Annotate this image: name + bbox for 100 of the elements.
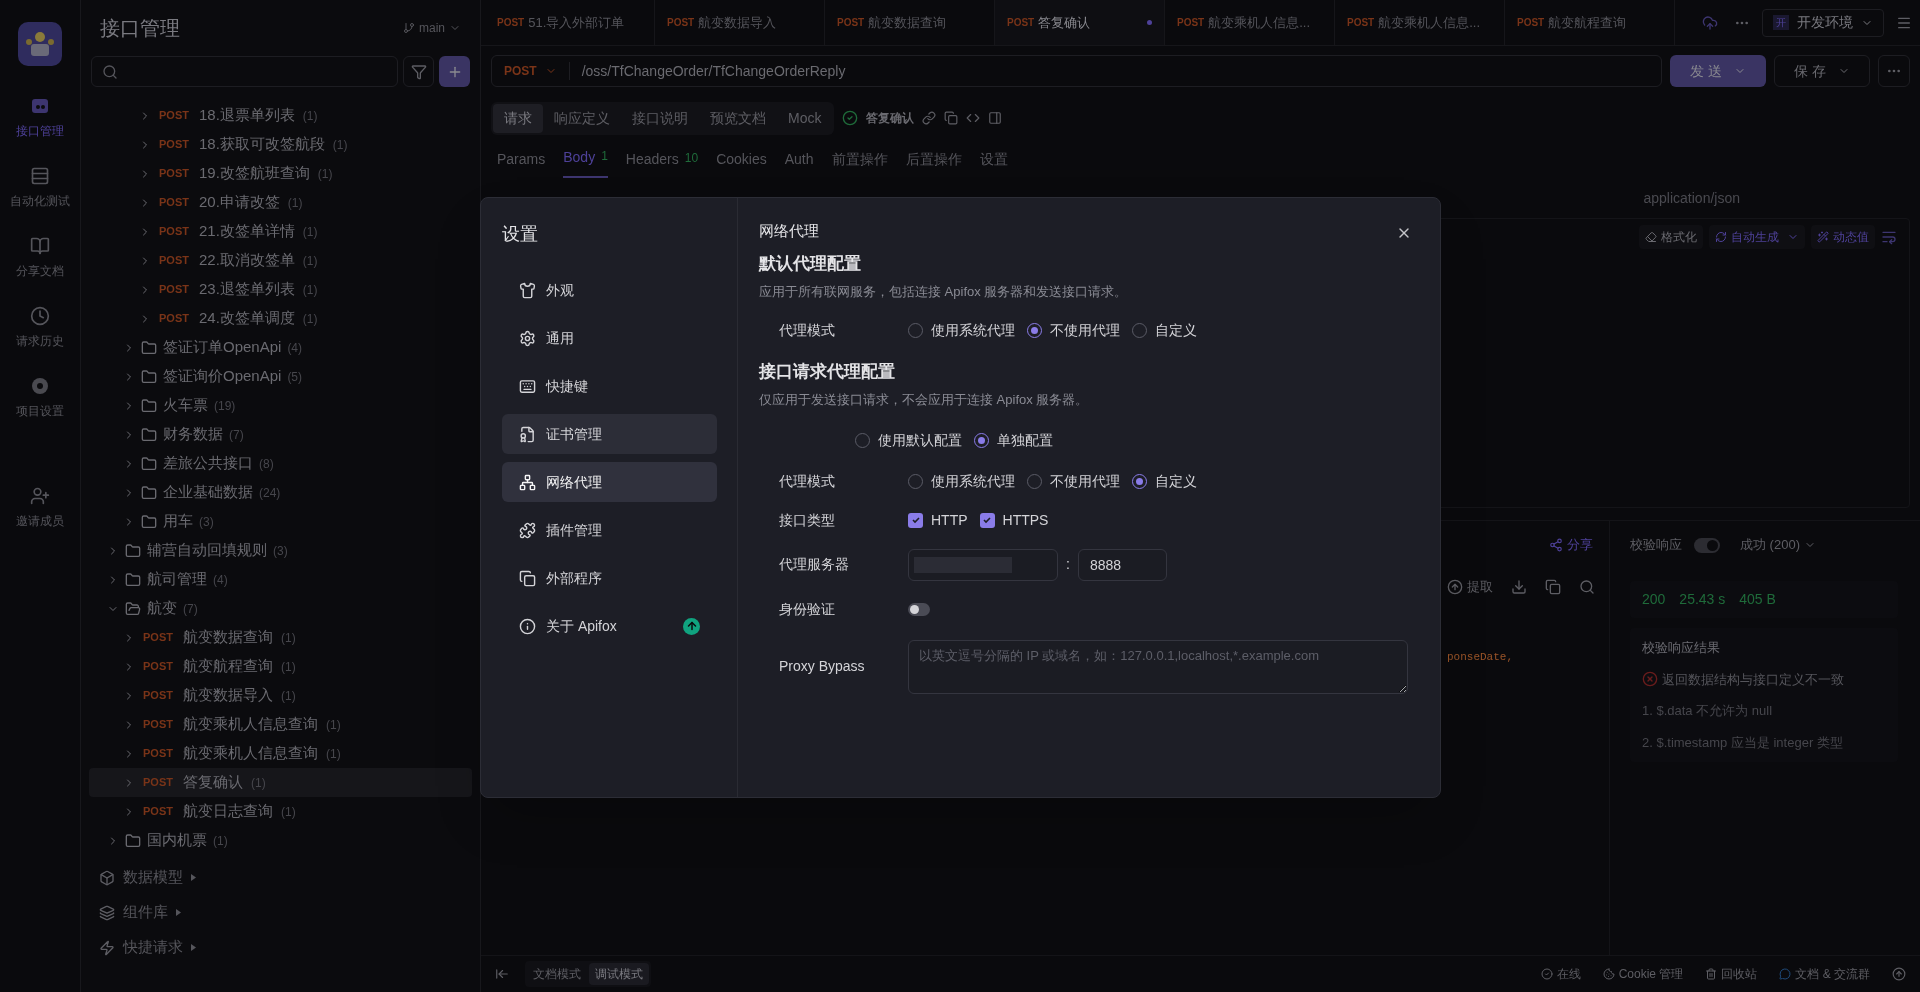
settings-nav-item[interactable]: 网络代理 [502, 462, 717, 502]
mode-tab[interactable]: 响应定义 [543, 103, 621, 133]
rail-nav-item[interactable]: 项目设置 [10, 376, 70, 420]
tree-folder[interactable]: 航变 (7) [89, 594, 480, 623]
editor-tool-button[interactable]: 动态值 [1811, 225, 1875, 249]
bypass-field[interactable]: 以英文逗号分隔的 IP 或域名，如：127.0.0.1,localhost,*.example.com [908, 639, 1408, 694]
rail-nav-item[interactable]: 分享文档 [10, 236, 70, 280]
tree-item[interactable]: POST 航变日志查询 (1) [89, 797, 472, 826]
status-link[interactable]: Cookie 管理 [1618, 965, 1684, 983]
extract-button[interactable]: 提取 [1447, 577, 1493, 597]
rail-nav-item[interactable]: 请求历史 [10, 306, 70, 350]
mode-tab[interactable]: 预览文档 [699, 103, 777, 133]
tree-folder[interactable]: 国内机票 (1) [89, 826, 480, 855]
request-tab[interactable]: POST 答复确认 [995, 0, 1165, 45]
panel-icon[interactable] [988, 111, 1003, 125]
param-tab[interactable]: Headers 10 [625, 149, 699, 178]
rail-nav-item[interactable]: 邀请成员 [10, 486, 70, 530]
param-tab[interactable]: Body 1 [563, 147, 608, 178]
send-button[interactable]: 发 送 [1670, 55, 1766, 87]
tree-item[interactable]: POST 航变航程查询 (1) [89, 652, 472, 681]
search-icon[interactable] [1579, 579, 1595, 595]
tree-folder[interactable]: 企业基础数据 (24) [89, 478, 480, 507]
upload-icon[interactable] [1702, 14, 1718, 31]
tree-section-link[interactable]: 组件库 [123, 901, 168, 924]
tree-folder[interactable]: 财务数据 (7) [89, 420, 480, 449]
download-icon[interactable] [1511, 579, 1527, 595]
settings-nav-item[interactable]: 通用 [502, 318, 717, 358]
request-tab[interactable]: POST 51.导入外部订单 [485, 0, 655, 45]
request-tab[interactable]: POST 航变乘机人信息... [1335, 0, 1505, 45]
tree-item[interactable]: POST 21.改签单详情 (1) [89, 217, 472, 246]
param-tab[interactable]: 前置操作 [831, 149, 888, 178]
tree-folder[interactable]: 航司管理 (4) [89, 565, 480, 594]
tree-item[interactable]: POST 20.申请改签 (1) [89, 188, 472, 217]
environment-selector[interactable]: 开 开发环境 [1762, 8, 1884, 37]
url-field[interactable]: POST /oss/TfChangeOrder/TfChangeOrderReply [491, 55, 1662, 87]
mode-tab[interactable]: Mock [777, 103, 833, 133]
tree-folder[interactable]: 签证询价OpenApi (5) [89, 362, 480, 391]
share-link[interactable]: 分享 [1549, 535, 1593, 555]
collapse-icon[interactable] [495, 967, 509, 981]
host-field[interactable] [908, 548, 1058, 581]
mode-toggle[interactable]: 文档模式 [527, 963, 587, 985]
mode-tab[interactable]: 请求 [493, 103, 543, 133]
param-tab[interactable]: 后置操作 [905, 149, 962, 178]
tree-section-link[interactable]: 数据模型 [123, 866, 183, 889]
request-tab[interactable]: POST 航变航程查询 [1505, 0, 1675, 45]
tree-item[interactable]: POST 24.改签单调度 (1) [89, 304, 472, 333]
tree-item[interactable]: POST 19.改签航班查询 (1) [89, 159, 472, 188]
tree-folder[interactable]: 差旅公共接口 (8) [89, 449, 480, 478]
scroll-top-icon[interactable] [1892, 967, 1906, 981]
settings-nav-item[interactable]: 插件管理 [502, 510, 717, 550]
toggle-switch[interactable] [908, 602, 930, 616]
param-tab[interactable]: Cookies [716, 149, 767, 178]
checkbox[interactable] [908, 512, 923, 528]
tree-item[interactable]: POST 航变数据查询 (1) [89, 623, 472, 652]
tree-item[interactable]: POST 18.获取可改签航段 (1) [89, 130, 472, 159]
status-select[interactable]: 成功 (200) [1740, 535, 1816, 555]
tree-item[interactable]: POST 航变数据导入 (1) [89, 681, 472, 710]
settings-nav-item[interactable]: 快捷键 [502, 366, 717, 406]
save-button[interactable]: 保 存 [1774, 55, 1870, 87]
param-tab[interactable]: Auth [784, 149, 814, 178]
editor-tool-button[interactable]: 格式化 [1639, 225, 1703, 249]
tree-item[interactable]: POST 航变乘机人信息查询 (1) [89, 710, 472, 739]
validate-toggle[interactable] [1694, 537, 1720, 553]
item-count: (19) [214, 397, 236, 415]
param-tab[interactable]: Params [497, 149, 546, 178]
tree-folder[interactable]: 火车票 (19) [89, 391, 480, 420]
rail-nav-item[interactable]: 接口管理 [10, 96, 70, 140]
param-tab[interactable]: 设置 [979, 149, 1008, 178]
settings-nav-item[interactable]: 外观 [502, 270, 717, 310]
port-field[interactable]: 8888 [1077, 548, 1167, 581]
tree-item[interactable]: POST 18.退票单列表 (1) [89, 101, 472, 130]
copy-icon[interactable] [944, 111, 959, 125]
branch-selector[interactable]: main [403, 19, 461, 37]
checkbox[interactable] [979, 512, 995, 528]
tree-folder[interactable]: 用车 (3) [89, 507, 480, 536]
wrap-icon[interactable] [1881, 229, 1897, 245]
settings-nav-item[interactable]: 证书管理 [502, 414, 717, 454]
status-link[interactable]: 回收站 [1721, 965, 1758, 983]
settings-nav-item[interactable]: 关于 Apifox [502, 606, 717, 646]
settings-nav-item[interactable]: 外部程序 [502, 558, 717, 598]
code-icon[interactable] [966, 111, 981, 125]
tree-folder[interactable]: 签证订单OpenApi (4) [89, 333, 480, 362]
mode-tab[interactable]: 接口说明 [621, 103, 699, 133]
tree-section-link[interactable]: 快捷请求 [123, 936, 183, 959]
editor-tool-button[interactable]: 自动生成 [1709, 225, 1805, 249]
tree-item[interactable]: POST 航变乘机人信息查询 (1) [89, 739, 472, 768]
status-link[interactable]: 在线 [1556, 965, 1581, 983]
request-tab[interactable]: POST 航变数据导入 [655, 0, 825, 45]
link-icon[interactable] [922, 111, 937, 125]
add-button[interactable] [439, 56, 470, 87]
filter-button[interactable] [403, 56, 434, 87]
request-tab[interactable]: POST 航变乘机人信息... [1165, 0, 1335, 45]
rail-nav-item[interactable]: 自动化测试 [10, 166, 70, 210]
search-field[interactable] [91, 56, 398, 87]
status-link[interactable]: 文档 & 交流群 [1795, 965, 1870, 983]
tree-folder[interactable]: 辅营自动回填规则 (3) [89, 536, 480, 565]
tree-item[interactable]: POST 22.取消改签单 (1) [89, 246, 472, 275]
tree-item[interactable]: POST 23.退签单列表 (1) [89, 275, 472, 304]
copy-icon[interactable] [1545, 579, 1561, 595]
mode-toggle[interactable]: 调试模式 [589, 963, 649, 985]
